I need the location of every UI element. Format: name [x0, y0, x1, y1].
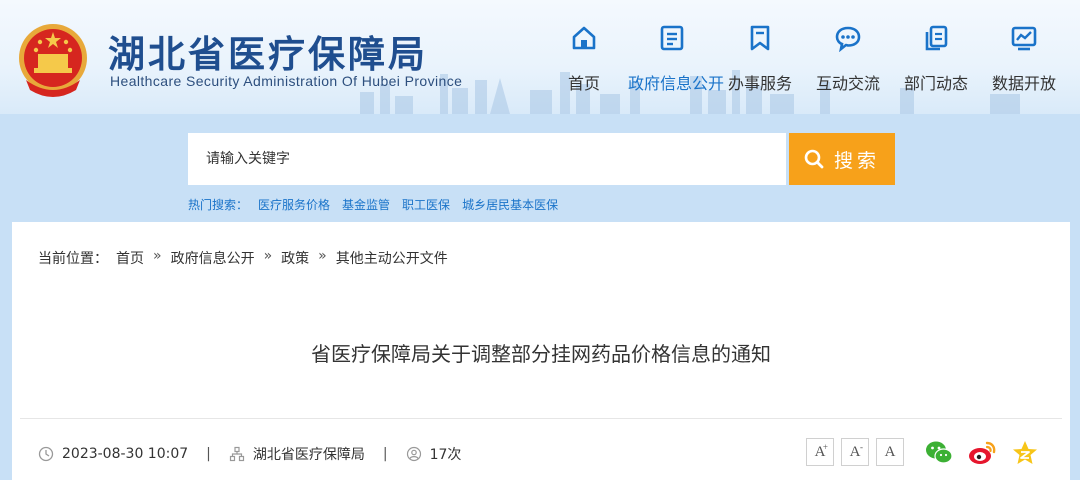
- user-icon: [406, 446, 421, 462]
- nav-item-label: 数据开放: [991, 74, 1056, 93]
- document-list-icon: [660, 25, 684, 51]
- article-title: 省医疗保障局关于调整部分挂网药品价格信息的通知: [311, 342, 771, 366]
- font-default-button[interactable]: A: [876, 438, 904, 466]
- font-default-letter: A: [884, 443, 896, 460]
- article-source: 湖北省医疗保障局: [252, 447, 365, 463]
- breadcrumb: 当前位置： 首页 » 政府信息公开 » 政策 » 其他主动公开文件: [38, 248, 448, 268]
- nav-item-services[interactable]: 办事服务: [716, 0, 804, 114]
- article-meta: 2023-08-30 10:07 | 湖北省医疗保障局 | 17次: [38, 444, 461, 464]
- nav-item-label: 办事服务: [727, 74, 792, 93]
- nav-item-label: 部门动态: [903, 74, 968, 93]
- breadcrumb-item-policy[interactable]: 政策: [281, 248, 309, 268]
- nav-item-gov-info[interactable]: 政府信息公开: [628, 0, 725, 114]
- title-divider: [20, 418, 1062, 419]
- view-count: 17次: [429, 447, 462, 463]
- font-size-tools: A + A- A: [806, 438, 911, 466]
- publish-date: 2023-08-30 10:07: [62, 446, 189, 462]
- font-decrease-letter: A: [849, 443, 861, 460]
- font-decrease-mark: -: [860, 442, 863, 452]
- nav-item-dept-news[interactable]: 部门动态: [892, 0, 980, 114]
- share-bar: [924, 438, 1053, 468]
- hot-search-link[interactable]: 城乡居民基本医保: [462, 196, 558, 213]
- search-button-label: 搜索: [833, 149, 880, 172]
- hot-search-label: 热门搜索：: [188, 198, 249, 212]
- nav-item-label: 政府信息公开: [628, 74, 725, 93]
- meta-separator: |: [382, 446, 388, 462]
- nav-item-open-data[interactable]: 数据开放: [980, 0, 1068, 114]
- chat-bubble-icon: [835, 26, 861, 52]
- search-button[interactable]: 搜索: [789, 133, 895, 185]
- nav-item-label: 首页: [567, 74, 600, 93]
- font-decrease-button[interactable]: A-: [841, 438, 869, 466]
- hot-search-link[interactable]: 基金监管: [342, 196, 390, 213]
- meta-separator: |: [206, 446, 211, 462]
- breadcrumb-separator: »: [263, 248, 273, 264]
- content-panel: 当前位置： 首页 » 政府信息公开 » 政策 » 其他主动公开文件 省医疗保障局…: [12, 222, 1070, 480]
- nav-item-label: 互动交流: [815, 74, 880, 93]
- site-title: 湖北省医疗保障局: [108, 33, 428, 76]
- breadcrumb-item-other-files[interactable]: 其他主动公开文件: [336, 248, 448, 268]
- bookmark-icon: [750, 25, 770, 51]
- breadcrumb-item-gov-info[interactable]: 政府信息公开: [171, 248, 255, 268]
- chart-board-icon: [1011, 26, 1037, 51]
- breadcrumb-separator: »: [153, 248, 162, 264]
- copy-documents-icon: [925, 25, 948, 51]
- hot-search-link[interactable]: 职工医保: [402, 196, 450, 213]
- clock-icon: [38, 446, 54, 462]
- national-emblem-icon: [19, 24, 87, 97]
- breadcrumb-separator: »: [318, 248, 327, 264]
- wechat-icon[interactable]: [924, 438, 954, 468]
- search-input[interactable]: [188, 133, 786, 185]
- hot-search: 热门搜索： 医疗服务价格 基金监管 职工医保 城乡居民基本医保: [188, 196, 570, 213]
- qzone-icon[interactable]: [1010, 438, 1040, 468]
- home-icon: [572, 26, 596, 50]
- font-increase-mark: +: [822, 442, 828, 452]
- nav-item-home[interactable]: 首页: [540, 0, 628, 114]
- weibo-icon[interactable]: [967, 438, 997, 468]
- site-header: 湖北省医疗保障局 Healthcare Security Administrat…: [0, 0, 1080, 114]
- font-increase-button[interactable]: A +: [806, 438, 834, 466]
- breadcrumb-label: 当前位置：: [38, 251, 108, 267]
- site-subtitle: Healthcare Security Administration Of Hu…: [110, 73, 463, 89]
- search-icon: [804, 149, 824, 169]
- hot-search-link[interactable]: 医疗服务价格: [258, 196, 330, 213]
- nav-item-interaction[interactable]: 互动交流: [804, 0, 892, 114]
- breadcrumb-item-home[interactable]: 首页: [116, 248, 144, 268]
- main-nav: 首页 政府信息公开 办事服务 互动交流 部门动态 数据开放: [540, 0, 1080, 114]
- organization-icon: [229, 446, 244, 462]
